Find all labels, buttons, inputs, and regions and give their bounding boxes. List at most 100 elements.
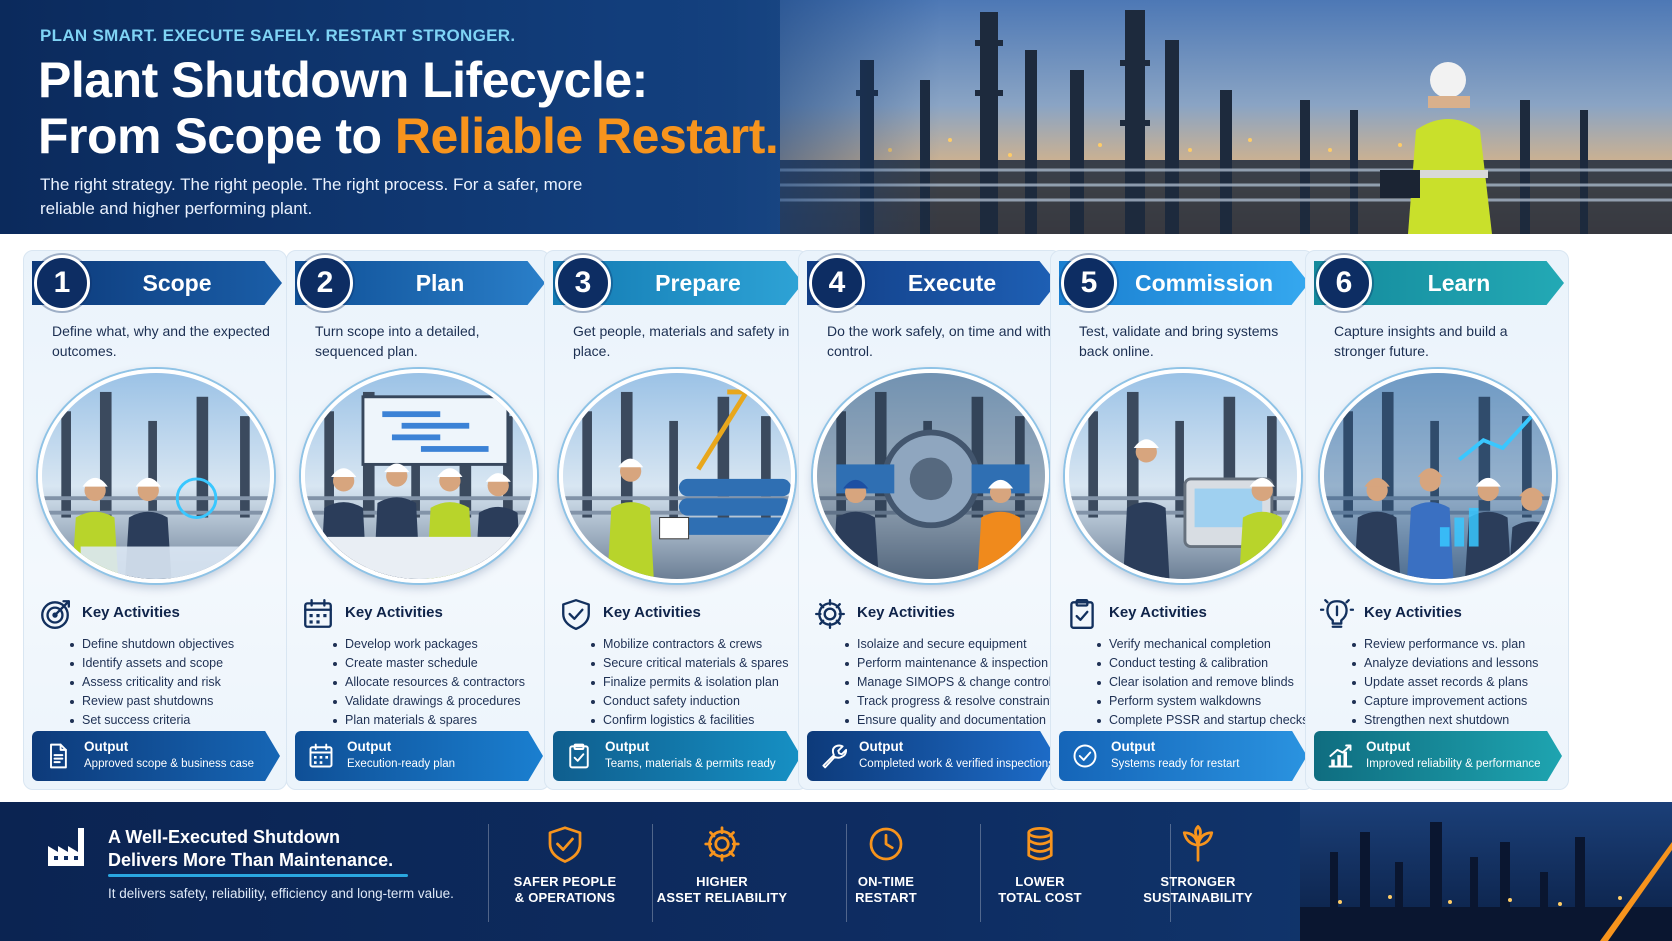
activity-item: Review past shutdowns bbox=[68, 692, 284, 711]
activity-item: Secure critical materials & spares bbox=[589, 654, 805, 673]
stage-card-prepare: Prepare 3 Get people, materials and safety… bbox=[544, 250, 808, 790]
output-text: Completed work & verified inspections bbox=[859, 758, 1054, 770]
benefit-label-line-2: & OPERATIONS bbox=[514, 890, 616, 905]
stage-output: Output Systems ready for restart bbox=[1059, 731, 1307, 781]
key-activities-title: Key Activities bbox=[1364, 604, 1462, 621]
activity-item: Capture improvement actions bbox=[1350, 692, 1566, 711]
stage-description: Do the work safely, on time and with con… bbox=[827, 323, 1051, 359]
clipboard-check-icon bbox=[569, 743, 589, 769]
turbine-maintenance-image bbox=[813, 369, 1049, 583]
activity-item: Track progress & resolve constraints bbox=[843, 692, 1059, 711]
output-text: Systems ready for restart bbox=[1111, 758, 1240, 770]
output-title: Output bbox=[859, 739, 904, 754]
key-activities-list: Define shutdown objectives Identify asset… bbox=[68, 635, 284, 730]
stage-name: Scope bbox=[142, 270, 212, 296]
benefit-item: LOWER TOTAL COST bbox=[965, 824, 1115, 906]
key-activities-list: Review performance vs. plan Analyze devia… bbox=[1350, 635, 1566, 730]
activity-item: Allocate resources & contractors bbox=[331, 673, 547, 692]
clipboard-check-icon bbox=[1070, 599, 1094, 629]
stage-description: Turn scope into a detailed, sequenced pl… bbox=[315, 323, 480, 359]
hero-header: PLAN SMART. EXECUTE SAFELY. RESTART STRO… bbox=[0, 0, 1672, 234]
stage-card-execute: Execute 4 Do the work safely, on time and … bbox=[798, 250, 1062, 790]
tagline: PLAN SMART. EXECUTE SAFELY. RESTART STRO… bbox=[40, 26, 516, 45]
stage-description: Get people, materials and safety in plac… bbox=[573, 323, 790, 359]
coins-icon bbox=[1027, 827, 1053, 861]
activity-item: Verify mechanical completion bbox=[1095, 635, 1311, 654]
activity-item: Perform system walkdowns bbox=[1095, 692, 1311, 711]
stage-name: Plan bbox=[415, 270, 465, 296]
activity-item: Plan materials & spares bbox=[331, 711, 547, 730]
key-activities-title: Key Activities bbox=[603, 604, 701, 621]
activity-item: Conduct safety induction bbox=[589, 692, 805, 711]
calendar-icon bbox=[309, 743, 333, 768]
activity-item: Complete PSSR and startup checks bbox=[1095, 711, 1311, 730]
stage-card-commission: Commission 5 Test, validate and bring syst… bbox=[1050, 250, 1314, 790]
benefit-label-line-2: RESTART bbox=[855, 890, 917, 905]
activity-item: Define shutdown objectives bbox=[68, 635, 284, 654]
stage-card-scope: Scope 1 Define what, why and the expected … bbox=[23, 250, 287, 790]
gear-icon bbox=[815, 599, 845, 629]
activity-item: Create master schedule bbox=[331, 654, 547, 673]
stage-number: 3 bbox=[555, 255, 611, 311]
team-planning-image bbox=[301, 369, 537, 583]
title-accent: Reliable Restart. bbox=[394, 108, 779, 164]
stage-output: Output Execution-ready plan bbox=[295, 731, 543, 781]
activity-item: Perform maintenance & inspection bbox=[843, 654, 1059, 673]
footer-text: It delivers safety, reliability, efficie… bbox=[108, 886, 454, 901]
document-icon bbox=[50, 743, 67, 769]
engineers-reviewing-tablet-image bbox=[38, 369, 274, 583]
divider bbox=[488, 824, 489, 922]
activity-item: Isolaize and secure equipment bbox=[843, 635, 1059, 654]
activity-item: Clear isolation and remove blinds bbox=[1095, 673, 1311, 692]
activity-item: Set success criteria bbox=[68, 711, 284, 730]
activity-item: Validate drawings & procedures bbox=[331, 692, 547, 711]
stage-description: Define what, why and the expected outcom… bbox=[52, 323, 270, 359]
benefit-label-line-1: LOWER bbox=[1015, 874, 1065, 889]
footer-title-underline bbox=[108, 874, 408, 877]
shield-check-icon bbox=[562, 599, 590, 631]
control-panel-testing-image bbox=[1065, 369, 1301, 583]
stage-number: 6 bbox=[1316, 255, 1372, 311]
output-text: Teams, materials & permits ready bbox=[605, 758, 776, 770]
key-activities-title: Key Activities bbox=[345, 604, 443, 621]
activity-item: Review performance vs. plan bbox=[1350, 635, 1566, 654]
key-activities-title: Key Activities bbox=[82, 604, 180, 621]
benefit-item: SAFER PEOPLE & OPERATIONS bbox=[490, 824, 640, 906]
benefit-label-line-2: ASSET RELIABILITY bbox=[656, 890, 788, 905]
activity-item: Analyze deviations and lessons bbox=[1350, 654, 1566, 673]
activity-item: Update asset records & plans bbox=[1350, 673, 1566, 692]
calendar-icon bbox=[304, 599, 332, 628]
check-circle-icon bbox=[1073, 744, 1097, 768]
clock-icon bbox=[869, 827, 903, 861]
title-line-2-prefix: From Scope to bbox=[38, 108, 395, 164]
stage-name: Prepare bbox=[655, 270, 741, 296]
stage-card-plan: Plan 2 Turn scope into a detailed, sequenc… bbox=[286, 250, 550, 790]
stage-number: 4 bbox=[809, 255, 865, 311]
stage-card-learn: Learn 6 Capture insights and build a stron… bbox=[1305, 250, 1569, 790]
output-text: Execution-ready plan bbox=[347, 758, 456, 770]
benefit-label-line-2: TOTAL COST bbox=[998, 890, 1082, 905]
stage-name: Learn bbox=[1427, 270, 1491, 296]
title-line-1: Plant Shutdown Lifecycle: bbox=[38, 52, 648, 108]
stage-description: Capture insights and build a stronger fu… bbox=[1334, 323, 1508, 359]
key-activities-title: Key Activities bbox=[857, 604, 955, 621]
shield-check-icon bbox=[548, 826, 582, 863]
footer-title: A Well-Executed Shutdown Delivers More T… bbox=[108, 826, 428, 872]
footer-title-line-1: A Well-Executed Shutdown bbox=[108, 827, 341, 847]
growth-chart-icon bbox=[1328, 744, 1353, 768]
activity-item: Confirm logistics & facilities bbox=[589, 711, 805, 730]
subtitle: The right strategy. The right people. Th… bbox=[40, 175, 583, 218]
output-title: Output bbox=[84, 739, 129, 754]
benefit-label-line-1: ON-TIME bbox=[857, 874, 915, 889]
stage-description: Test, validate and bring systems back on… bbox=[1079, 323, 1279, 359]
benefit-label-line-1: SAFER PEOPLE bbox=[513, 874, 617, 889]
output-text: Improved reliability & performance bbox=[1366, 758, 1541, 770]
factory-icon bbox=[48, 828, 84, 866]
benefit-label-line-1: STRONGER bbox=[1160, 874, 1236, 889]
stage-output: Output Teams, materials & permits ready bbox=[553, 731, 801, 781]
target-icon bbox=[41, 600, 70, 629]
wrench-icon bbox=[822, 744, 847, 769]
benefit-item: HIGHER ASSET RELIABILITY bbox=[647, 824, 797, 906]
benefit-item: ON-TIME RESTART bbox=[811, 824, 961, 906]
benefit-label-line-2: SUSTAINABILITY bbox=[1143, 890, 1253, 905]
